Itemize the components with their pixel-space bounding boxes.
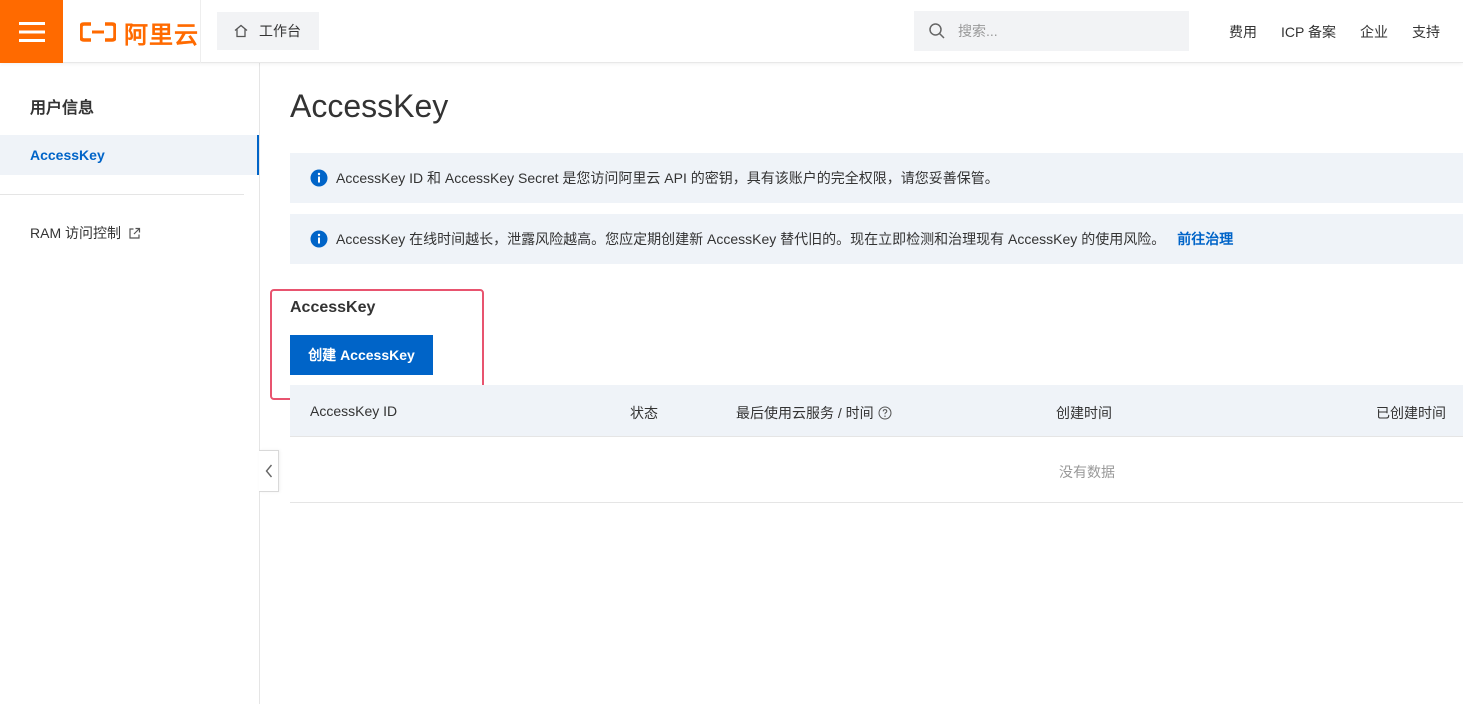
- notice-rotation-text: AccessKey 在线时间越长，泄露风险越高。您应定期创建新 AccessKe…: [336, 231, 1166, 247]
- section-title: AccessKey: [290, 299, 376, 316]
- column-header-last-used-label: 最后使用云服务 / 时间: [736, 405, 874, 421]
- menu-icon: [18, 21, 45, 42]
- external-link-icon: [128, 227, 141, 240]
- table-empty-row: 没有数据: [290, 437, 1463, 503]
- column-header-age: 已创建时间: [1376, 405, 1446, 421]
- link-support[interactable]: 支持: [1412, 22, 1440, 42]
- sidebar-item-ram[interactable]: RAM 访问控制: [30, 223, 141, 243]
- table-header: AccessKey ID 状态 最后使用云服务 / 时间 创建时间 已创建时间: [290, 385, 1463, 437]
- topbar-divider: [200, 0, 201, 63]
- info-icon: [310, 230, 328, 248]
- logo-text: 阿里云: [124, 21, 199, 49]
- workbench-button[interactable]: 工作台: [217, 12, 319, 50]
- column-header-accesskey-id: AccessKey ID: [310, 403, 398, 419]
- sidebar-item-accesskey[interactable]: AccessKey: [0, 135, 259, 175]
- link-billing[interactable]: 费用: [1229, 22, 1257, 42]
- top-links: 费用 ICP 备案 企业 支持: [1205, 0, 1440, 63]
- create-accesskey-button[interactable]: 创建 AccessKey: [290, 335, 433, 375]
- notice-secret-text: AccessKey ID 和 AccessKey Secret 是您访问阿里云 …: [336, 170, 999, 186]
- sidebar-divider: [0, 194, 244, 195]
- aliyun-logo[interactable]: 阿里云: [80, 16, 199, 49]
- notice-rotation-warning: AccessKey 在线时间越长，泄露风险越高。您应定期创建新 AccessKe…: [290, 214, 1463, 264]
- top-navbar: 阿里云 工作台 费用 ICP 备案 企业 支持: [0, 0, 1463, 63]
- home-icon: [233, 23, 249, 39]
- link-enterprise[interactable]: 企业: [1360, 22, 1388, 42]
- link-icp[interactable]: ICP 备案: [1281, 22, 1336, 42]
- column-header-last-used: 最后使用云服务 / 时间: [736, 403, 892, 423]
- search-box[interactable]: [914, 11, 1189, 51]
- column-header-status: 状态: [630, 405, 658, 421]
- search-icon: [928, 22, 946, 40]
- empty-text: 没有数据: [1059, 464, 1115, 480]
- sidebar-title: 用户信息: [30, 100, 95, 117]
- help-icon[interactable]: [878, 406, 892, 420]
- govern-link[interactable]: 前往治理: [1177, 229, 1233, 249]
- aliyun-logo-icon: [80, 22, 116, 42]
- sidebar: 用户信息 AccessKey RAM 访问控制: [0, 63, 260, 704]
- hamburger-menu-button[interactable]: [0, 0, 63, 63]
- workbench-label: 工作台: [259, 23, 301, 39]
- chevron-left-icon: [265, 464, 272, 478]
- column-header-created-time: 创建时间: [1056, 405, 1112, 421]
- search-input[interactable]: [956, 22, 1176, 40]
- sidebar-collapse-button[interactable]: [259, 450, 279, 492]
- notice-secret-warning: AccessKey ID 和 AccessKey Secret 是您访问阿里云 …: [290, 153, 1463, 203]
- sidebar-item-ram-label: RAM 访问控制: [30, 225, 121, 241]
- info-icon: [310, 169, 328, 187]
- page-title: AccessKey: [290, 88, 449, 124]
